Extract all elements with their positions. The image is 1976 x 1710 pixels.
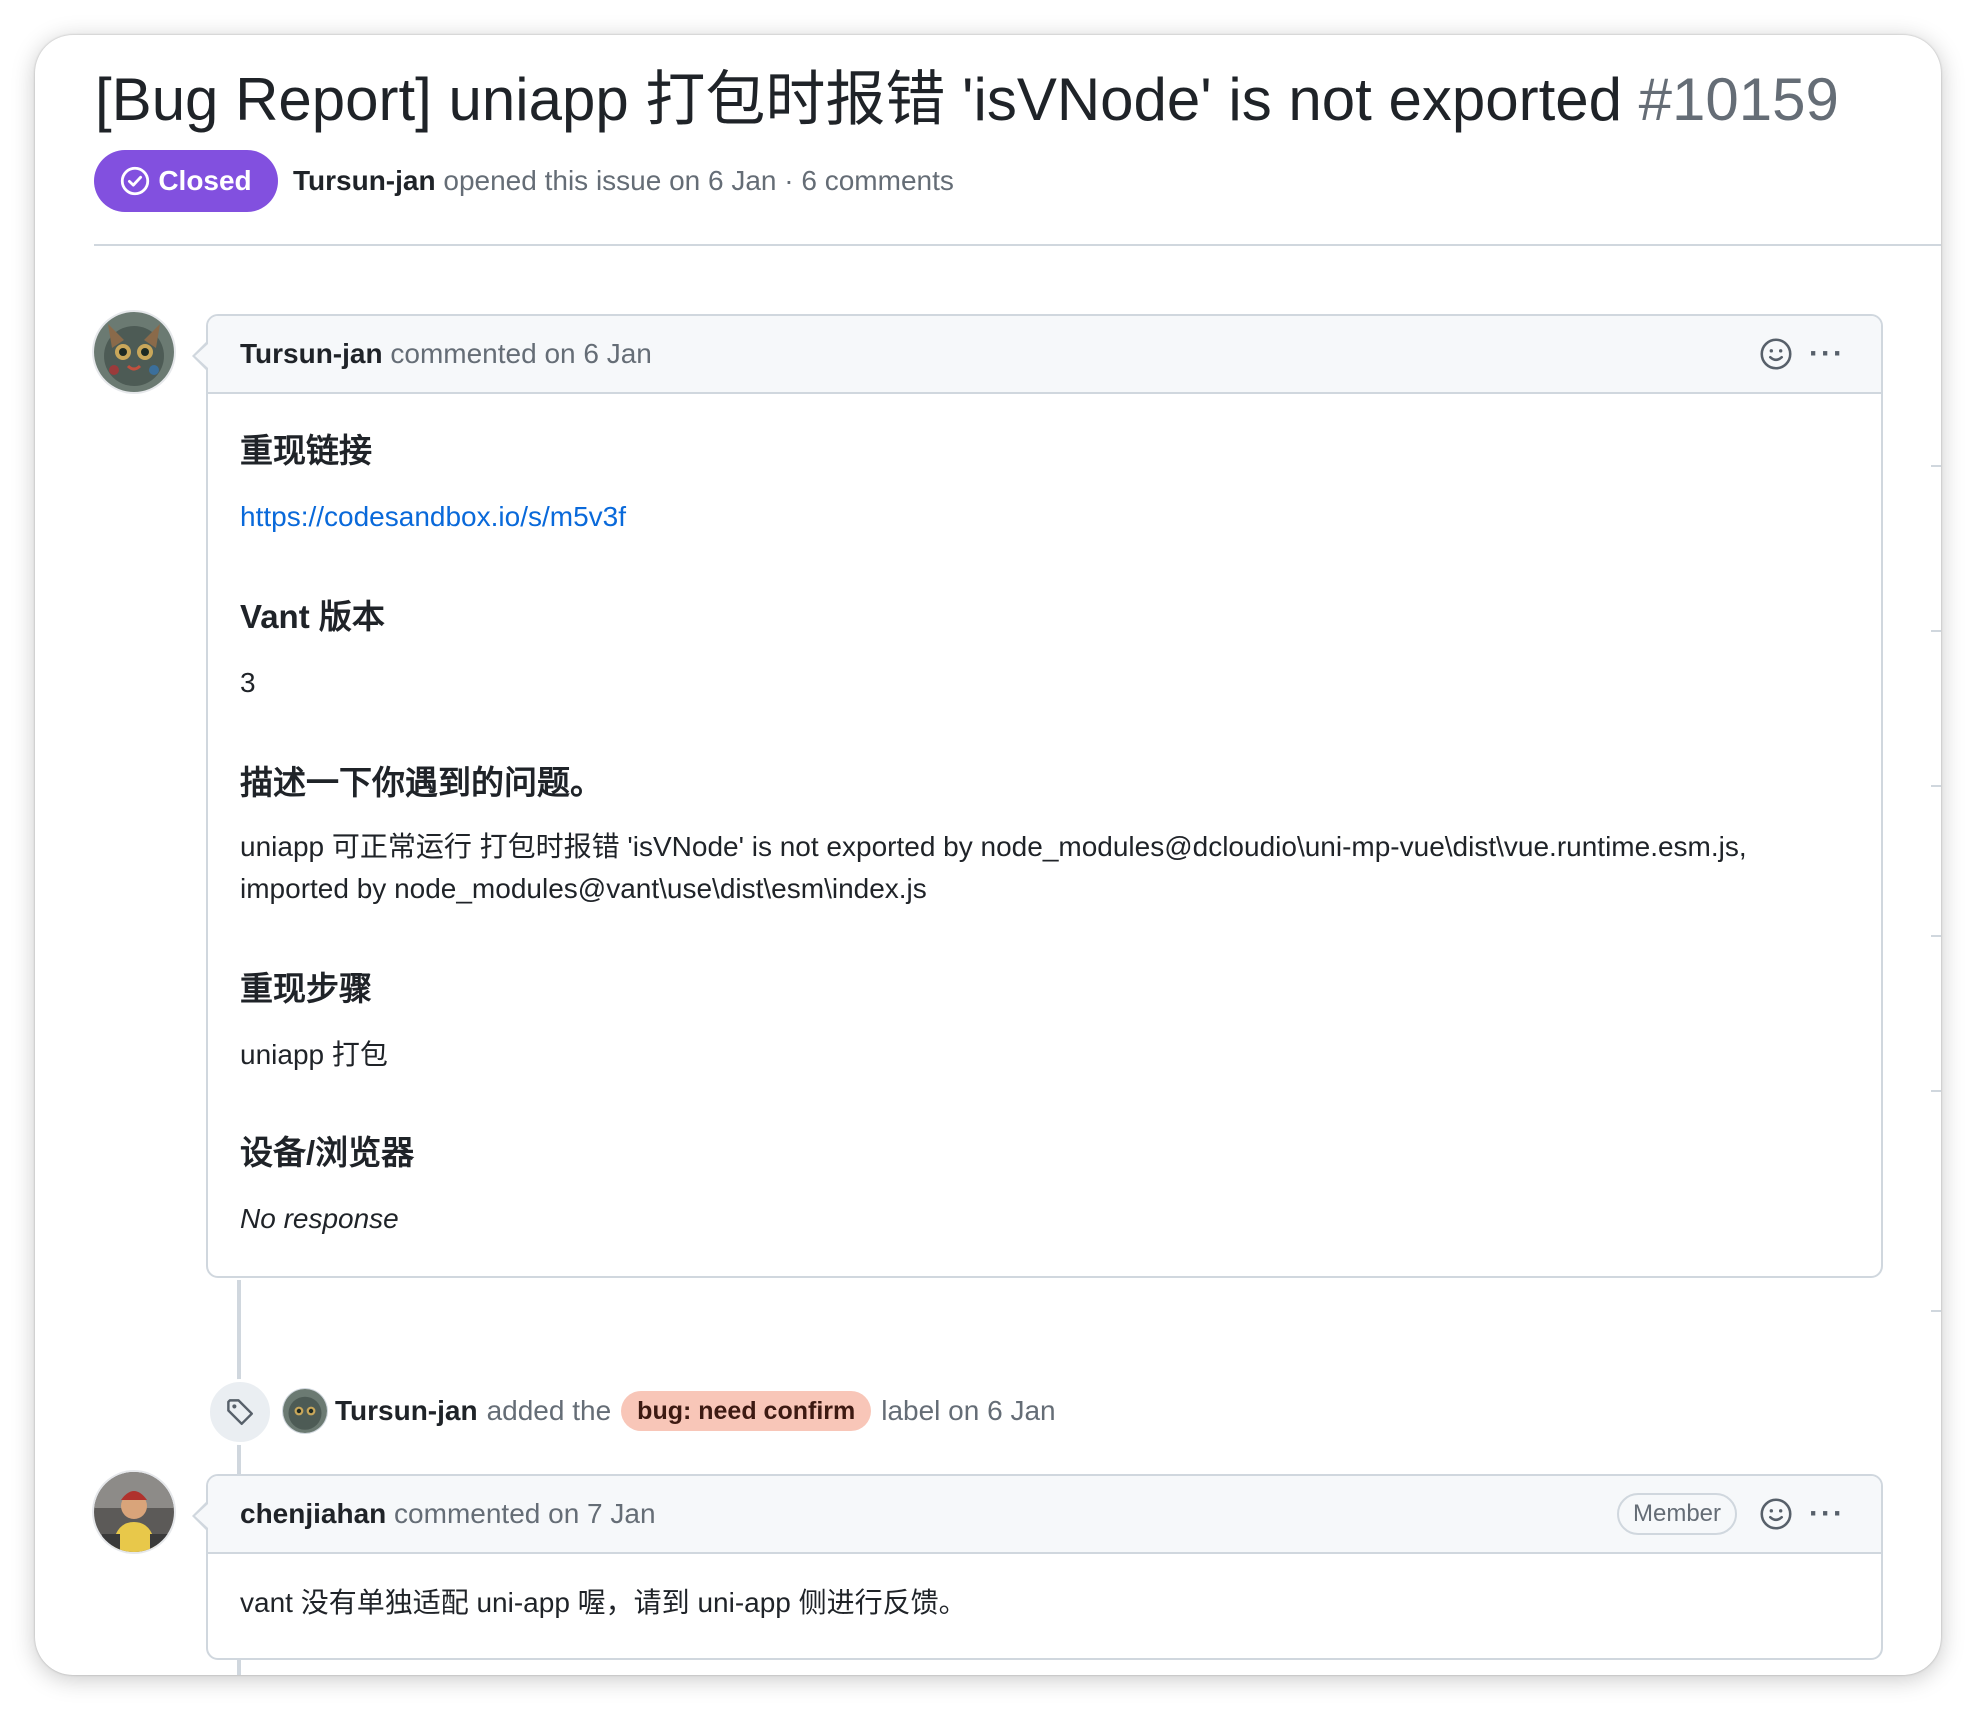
issue-author-link[interactable]: Tursun-jan <box>293 165 436 196</box>
event-text-after: label on 6 Jan <box>881 1395 1056 1426</box>
issue-number: #10159 <box>1638 66 1839 133</box>
section-text: uniapp 可正常运行 打包时报错 'isVNode' is not expo… <box>240 831 1747 904</box>
check-circle-icon <box>121 166 150 196</box>
cat-avatar-icon <box>94 312 174 392</box>
smiley-icon[interactable] <box>1759 1497 1793 1531</box>
repro-link[interactable]: https://codesandbox.io/s/m5v3f <box>240 496 626 538</box>
comment-action-text: commented on 6 Jan <box>390 338 652 369</box>
member-badge: Member <box>1616 1493 1738 1535</box>
section-heading: 设备/浏览器 <box>240 1134 415 1171</box>
section-heading: Vant 版本 <box>240 598 385 635</box>
section-text: uniapp 打包 <box>240 1039 388 1070</box>
avatar[interactable] <box>283 1389 327 1433</box>
kebab-horizontal-icon[interactable]: ··· <box>1809 1499 1845 1529</box>
issue-meta-text: opened this issue on 6 Jan · 6 comments <box>443 165 954 196</box>
event-actor-link[interactable]: Tursun-jan <box>335 1386 478 1436</box>
comment-author-link[interactable]: Tursun-jan <box>240 338 383 369</box>
section-text: 3 <box>240 667 256 698</box>
comment-text: vant 没有单独适配 uni-app 喔，请到 uni-app 侧进行反馈。 <box>240 1587 967 1618</box>
section-heading: 描述一下你遇到的问题。 <box>240 764 603 801</box>
event-badge <box>207 1379 273 1445</box>
status-label: Closed <box>158 165 252 196</box>
comment-card: chenjiahan commented on 7 Jan Member ···… <box>192 1474 1883 1660</box>
cat-avatar-icon <box>283 1389 327 1433</box>
window-frame: [Bug Report] uniapp 打包时报错 'isVNode' is n… <box>35 35 1941 1675</box>
kebab-horizontal-icon[interactable]: ··· <box>1809 339 1845 369</box>
section-heading: 重现步骤 <box>240 970 372 1007</box>
sidebar-divider <box>1931 465 1941 467</box>
comment-actions: ··· <box>1759 316 1845 392</box>
sidebar-divider <box>1931 785 1941 787</box>
tag-icon <box>227 1399 254 1426</box>
issue-meta: Tursun-jan opened this issue on 6 Jan · … <box>293 159 954 203</box>
comment-header: chenjiahan commented on 7 Jan Member ··· <box>208 1476 1881 1554</box>
comment-action-text: commented on 7 Jan <box>394 1498 656 1529</box>
sidebar-divider <box>1931 630 1941 632</box>
sidebar-divider <box>1931 1090 1941 1092</box>
avatar[interactable] <box>94 312 174 392</box>
label-event: Tursun-jan added the bug: need confirm l… <box>283 1386 1056 1436</box>
issue-title: [Bug Report] uniapp 打包时报错 'isVNode' is n… <box>95 60 1935 140</box>
sidebar-divider <box>1931 1310 1941 1312</box>
comment-card: Tursun-jan commented on 6 Jan ··· 重现链接 h… <box>192 314 1883 1278</box>
section-heading: 重现链接 <box>240 432 372 469</box>
status-badge: Closed <box>94 150 278 212</box>
header-divider <box>94 244 1941 246</box>
issue-label[interactable]: bug: need confirm <box>621 1391 872 1431</box>
comment-header: Tursun-jan commented on 6 Jan ··· <box>208 316 1881 394</box>
comment-actions: Member ··· <box>1616 1476 1845 1552</box>
smiley-icon[interactable] <box>1759 337 1793 371</box>
comment-author-link[interactable]: chenjiahan <box>240 1498 386 1529</box>
sidebar-divider <box>1931 935 1941 937</box>
avatar[interactable] <box>94 1472 174 1552</box>
issue-title-text: [Bug Report] uniapp 打包时报错 'isVNode' is n… <box>95 66 1622 133</box>
person-avatar-icon <box>94 1472 174 1552</box>
event-text-before: added the <box>486 1395 612 1426</box>
section-text: No response <box>240 1203 399 1234</box>
